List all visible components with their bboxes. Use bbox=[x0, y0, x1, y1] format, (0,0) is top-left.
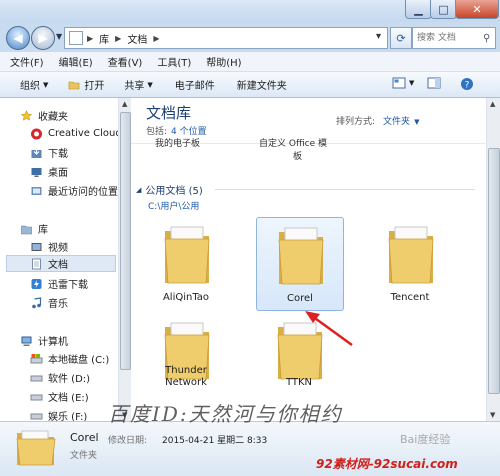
explorer-window: ▁ □ ✕ ◀ ▶ ▼ ▶ 库 ▶ 文档 ▶ ▾ ⟳ ⚲ 文件(F) 编辑(E)… bbox=[0, 0, 500, 476]
folder-icon bbox=[16, 430, 56, 466]
modified-date-value: 2015-04-21 星期二 8:33 bbox=[162, 436, 268, 446]
watermark-text: 百度ID:天然河与你相约 bbox=[108, 402, 343, 426]
site-watermark: 92素材网-92sucai.com bbox=[316, 457, 458, 471]
selected-item-name: Corel bbox=[70, 431, 99, 444]
baidu-watermark: Bai度经验 bbox=[400, 433, 451, 446]
modified-date-label: 修改日期: bbox=[108, 436, 148, 446]
selected-item-type: 文件夹 bbox=[70, 451, 98, 461]
